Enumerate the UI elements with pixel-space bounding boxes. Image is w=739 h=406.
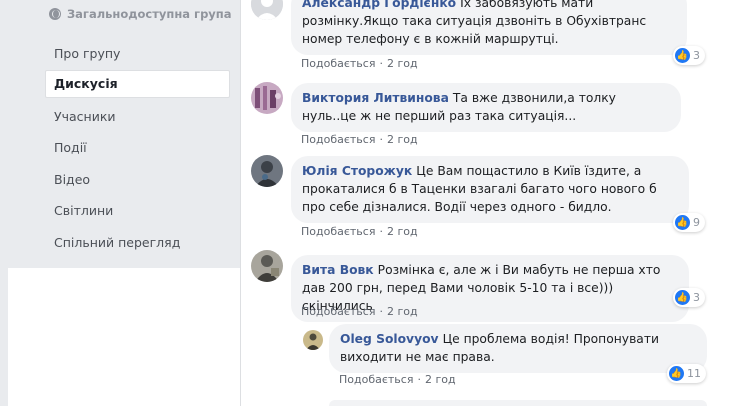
comment-bubble: Юлія Сторожук Це Вам пощастило в Київ їзд… (291, 156, 689, 223)
group-privacy-label: Загальнодоступна група (67, 7, 232, 21)
like-link[interactable]: Подобається (301, 305, 375, 318)
nav-item-discussion[interactable]: Дискусія (45, 69, 230, 98)
like-thumb-icon: 👍 (675, 290, 690, 305)
comment-time[interactable]: 2 год (387, 305, 418, 318)
avatar[interactable] (251, 0, 283, 20)
nav-item-photos[interactable]: Світлини (8, 195, 230, 227)
avatar[interactable] (303, 330, 323, 350)
like-link[interactable]: Подобається (301, 133, 375, 146)
like-thumb-icon: 👍 (669, 366, 684, 381)
reaction-count[interactable]: 👍 3 (673, 46, 705, 65)
group-privacy: Загальнодоступна група (49, 7, 232, 21)
comment-time[interactable]: 2 год (387, 225, 418, 238)
comment-bubble-partial (329, 400, 707, 406)
comment-author[interactable]: Юлія Сторожук (302, 164, 412, 178)
nav-item-events[interactable]: Події (8, 132, 230, 164)
comment-time[interactable]: 2 год (387, 133, 418, 146)
reaction-count[interactable]: 👍 11 (667, 364, 706, 383)
comment-actions: Подобається · 2 год (339, 373, 456, 386)
avatar[interactable] (251, 155, 283, 187)
avatar[interactable] (251, 250, 283, 282)
comment-bubble: Oleg Solovyov Це проблема водія! Пропонув… (329, 324, 707, 373)
comment-author[interactable]: Oleg Solovyov (340, 332, 439, 346)
comment-actions: Подобається · 2 год (301, 133, 418, 146)
nav-item-members[interactable]: Учасники (8, 101, 230, 133)
group-sidebar: Загальнодоступна група Про групу Дискусі… (8, 0, 240, 406)
comment-author[interactable]: Виктория Литвинова (302, 91, 449, 105)
comment-author[interactable]: Вита Вовк (302, 263, 374, 277)
comment-time[interactable]: 2 год (425, 373, 456, 386)
comment-actions: Подобається · 2 год (301, 225, 418, 238)
comments-feed: Александр Гордієнко Їх забовязують мати р… (240, 0, 739, 406)
like-link[interactable]: Подобається (301, 225, 375, 238)
comment-actions: Подобається · 2 год (301, 57, 418, 70)
like-thumb-icon: 👍 (675, 215, 690, 230)
nav-item-about[interactable]: Про групу (8, 38, 230, 70)
like-link[interactable]: Подобається (339, 373, 413, 386)
group-nav: Про групу Дискусія Учасники Події Відео … (8, 38, 230, 258)
comment-bubble: Виктория Литвинова Та вже дзвонили,а толк… (291, 83, 681, 132)
like-link[interactable]: Подобається (301, 57, 375, 70)
comment-author[interactable]: Александр Гордієнко (302, 0, 456, 10)
reaction-count[interactable]: 👍 9 (673, 213, 705, 232)
reaction-count[interactable]: 👍 3 (673, 288, 705, 307)
like-thumb-icon: 👍 (675, 48, 690, 63)
comment-bubble: Александр Гордієнко Їх забовязують мати р… (291, 0, 687, 55)
sidebar-panel (8, 268, 240, 406)
globe-icon (49, 8, 61, 20)
comment-time[interactable]: 2 год (387, 57, 418, 70)
nav-item-videos[interactable]: Відео (8, 164, 230, 196)
nav-item-watch-party[interactable]: Спільний перегляд (8, 227, 230, 259)
comment-actions: Подобається · 2 год (301, 305, 418, 318)
avatar[interactable] (251, 82, 283, 114)
